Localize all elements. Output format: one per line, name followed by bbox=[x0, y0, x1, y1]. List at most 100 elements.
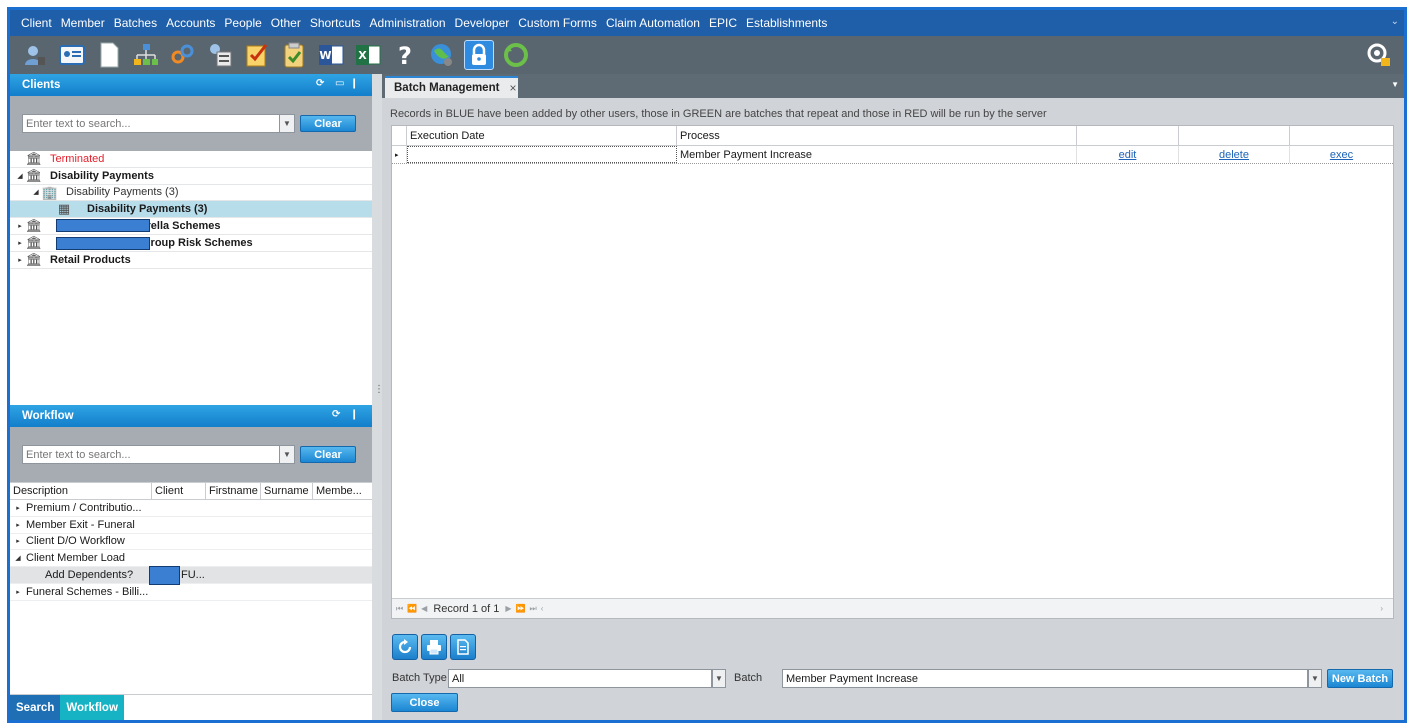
first-page-icon[interactable]: ⏮ bbox=[396, 604, 403, 614]
exec-link[interactable]: exec bbox=[1290, 146, 1393, 163]
column-header-description[interactable]: Description bbox=[10, 483, 152, 499]
expand-arrow-icon[interactable]: ▸ bbox=[10, 521, 26, 529]
menu-custom-forms[interactable]: Custom Forms bbox=[518, 16, 597, 30]
workflow-row[interactable]: ▸ Funeral Schemes - Billi... bbox=[10, 584, 372, 601]
prev-page-group-icon[interactable]: ⏪ bbox=[407, 604, 417, 613]
menu-shortcuts[interactable]: Shortcuts bbox=[310, 16, 361, 30]
batch-type-select[interactable]: All bbox=[448, 669, 712, 688]
menu-accounts[interactable]: Accounts bbox=[166, 16, 215, 30]
word-icon[interactable]: W bbox=[316, 40, 346, 70]
menu-people[interactable]: People bbox=[224, 16, 261, 30]
settings-lock-icon[interactable] bbox=[1364, 40, 1394, 70]
batch-select[interactable]: Member Payment Increase bbox=[782, 669, 1308, 688]
delete-link[interactable]: delete bbox=[1179, 146, 1290, 163]
column-header-client[interactable]: Client bbox=[152, 483, 206, 499]
table-row[interactable]: ▸ Member Payment Increase edit delete ex… bbox=[392, 146, 1393, 164]
next-page-icon[interactable]: ▶ bbox=[505, 604, 511, 613]
chevron-down-icon[interactable]: ▼ bbox=[280, 114, 295, 133]
column-header-process[interactable]: Process bbox=[677, 126, 1077, 145]
column-header-execution-date[interactable]: Execution Date bbox=[407, 126, 677, 145]
lock-icon[interactable] bbox=[464, 40, 494, 70]
refresh-icon[interactable]: ⟳ bbox=[316, 78, 324, 89]
print-button[interactable] bbox=[421, 634, 447, 660]
column-header-firstname[interactable]: Firstname bbox=[206, 483, 261, 499]
document-icon[interactable] bbox=[94, 40, 124, 70]
edit-link[interactable]: edit bbox=[1077, 146, 1179, 163]
tree-item[interactable]: ▸ 🏛 mbrella Schemes bbox=[10, 218, 372, 235]
workflow-row[interactable]: Add Dependents? FU... bbox=[10, 566, 372, 586]
org-chart-icon[interactable] bbox=[131, 40, 161, 70]
close-button[interactable]: Close bbox=[391, 693, 458, 712]
cell-execution-date[interactable] bbox=[407, 146, 677, 163]
tree-item[interactable]: ◢ 🏛 Disability Payments bbox=[10, 168, 372, 185]
tab-batch-management[interactable]: Batch Management × bbox=[385, 76, 518, 98]
tree-item[interactable]: 🏛 Terminated bbox=[10, 151, 372, 168]
id-card-icon[interactable] bbox=[57, 40, 87, 70]
tree-item-selected[interactable]: ▦ Disability Payments (3) bbox=[10, 201, 372, 219]
column-header-surname[interactable]: Surname bbox=[261, 483, 313, 499]
menu-epic[interactable]: EPIC bbox=[709, 16, 737, 30]
expand-arrow-icon[interactable]: ▸ bbox=[15, 222, 25, 230]
menu-other[interactable]: Other bbox=[271, 16, 301, 30]
chevron-down-icon[interactable]: ▼ bbox=[1391, 80, 1399, 89]
panel-splitter[interactable]: ⋮ bbox=[372, 74, 384, 720]
chevron-down-icon[interactable]: ⌄ bbox=[1391, 16, 1399, 27]
menu-administration[interactable]: Administration bbox=[370, 16, 446, 30]
export-button[interactable] bbox=[450, 634, 476, 660]
tree-item[interactable]: ▸ 🏛 Group Risk Schemes bbox=[10, 235, 372, 252]
workflow-row[interactable]: ▸ Member Exit - Funeral bbox=[10, 517, 372, 534]
menu-claim-automation[interactable]: Claim Automation bbox=[606, 16, 700, 30]
tab-workflow[interactable]: Workflow bbox=[60, 695, 124, 720]
collapse-arrow-icon[interactable]: ◢ bbox=[31, 188, 41, 196]
refresh-icon[interactable] bbox=[501, 40, 531, 70]
collapse-arrow-icon[interactable]: ◢ bbox=[10, 554, 26, 562]
clients-clear-button[interactable]: Clear bbox=[300, 115, 356, 132]
menu-batches[interactable]: Batches bbox=[114, 16, 157, 30]
expand-arrow-icon[interactable]: ▸ bbox=[10, 537, 26, 545]
excel-icon[interactable]: X bbox=[353, 40, 383, 70]
expand-arrow-icon[interactable]: ▸ bbox=[10, 588, 26, 596]
refresh-button[interactable] bbox=[392, 634, 418, 660]
help-icon[interactable]: ? bbox=[390, 40, 420, 70]
clients-panel-title: Clients bbox=[22, 79, 61, 91]
prev-page-icon[interactable]: ◀ bbox=[421, 604, 427, 613]
workflow-row[interactable]: ▸ Client D/O Workflow bbox=[10, 534, 372, 551]
pin-icon[interactable]: ❙ bbox=[350, 78, 358, 89]
clipboard-check-icon[interactable] bbox=[279, 40, 309, 70]
workflow-row[interactable]: ◢ Client Member Load bbox=[10, 550, 372, 568]
column-header-member[interactable]: Membe... bbox=[313, 483, 372, 499]
menu-client[interactable]: Client bbox=[21, 16, 52, 30]
globe-icon[interactable] bbox=[427, 40, 457, 70]
clients-search-input[interactable]: Enter text to search... bbox=[22, 114, 280, 133]
chevron-down-icon[interactable]: ▼ bbox=[1308, 669, 1322, 688]
workflow-clear-button[interactable]: Clear bbox=[300, 446, 356, 463]
last-page-icon[interactable]: ⏭ bbox=[530, 604, 537, 614]
expand-arrow-icon[interactable]: ▸ bbox=[15, 256, 25, 264]
expand-arrow-icon[interactable]: ▸ bbox=[15, 239, 25, 247]
menu-establishments[interactable]: Establishments bbox=[746, 16, 827, 30]
links-icon[interactable] bbox=[168, 40, 198, 70]
scroll-right-icon[interactable]: › bbox=[1380, 604, 1383, 613]
workflow-search-input[interactable]: Enter text to search... bbox=[22, 445, 280, 464]
pin-icon[interactable]: ❙ bbox=[350, 409, 358, 420]
row-indicator-header bbox=[392, 126, 407, 145]
menu-developer[interactable]: Developer bbox=[455, 16, 510, 30]
chevron-down-icon[interactable]: ▼ bbox=[712, 669, 726, 688]
refresh-icon[interactable]: ⟳ bbox=[332, 409, 340, 420]
new-batch-button[interactable]: New Batch bbox=[1327, 669, 1393, 688]
chevron-down-icon[interactable]: ▼ bbox=[280, 445, 295, 464]
workflow-row[interactable]: ▸ Premium / Contributio... bbox=[10, 500, 372, 517]
user-icon[interactable] bbox=[20, 40, 50, 70]
menu-member[interactable]: Member bbox=[61, 16, 105, 30]
scroll-left-icon[interactable]: ‹ bbox=[541, 604, 544, 613]
next-page-group-icon[interactable]: ⏩ bbox=[516, 604, 526, 613]
close-icon[interactable]: × bbox=[509, 81, 516, 95]
tab-search[interactable]: Search bbox=[10, 695, 61, 720]
tree-item[interactable]: ◢ 🏢 Disability Payments (3) bbox=[10, 185, 372, 202]
expand-arrow-icon[interactable]: ▸ bbox=[10, 504, 26, 512]
checklist-icon[interactable] bbox=[242, 40, 272, 70]
server-icon[interactable] bbox=[205, 40, 235, 70]
minimize-icon[interactable]: ▭ bbox=[335, 78, 344, 89]
collapse-arrow-icon[interactable]: ◢ bbox=[15, 172, 25, 180]
tree-item[interactable]: ▸ 🏛 Retail Products bbox=[10, 252, 372, 269]
